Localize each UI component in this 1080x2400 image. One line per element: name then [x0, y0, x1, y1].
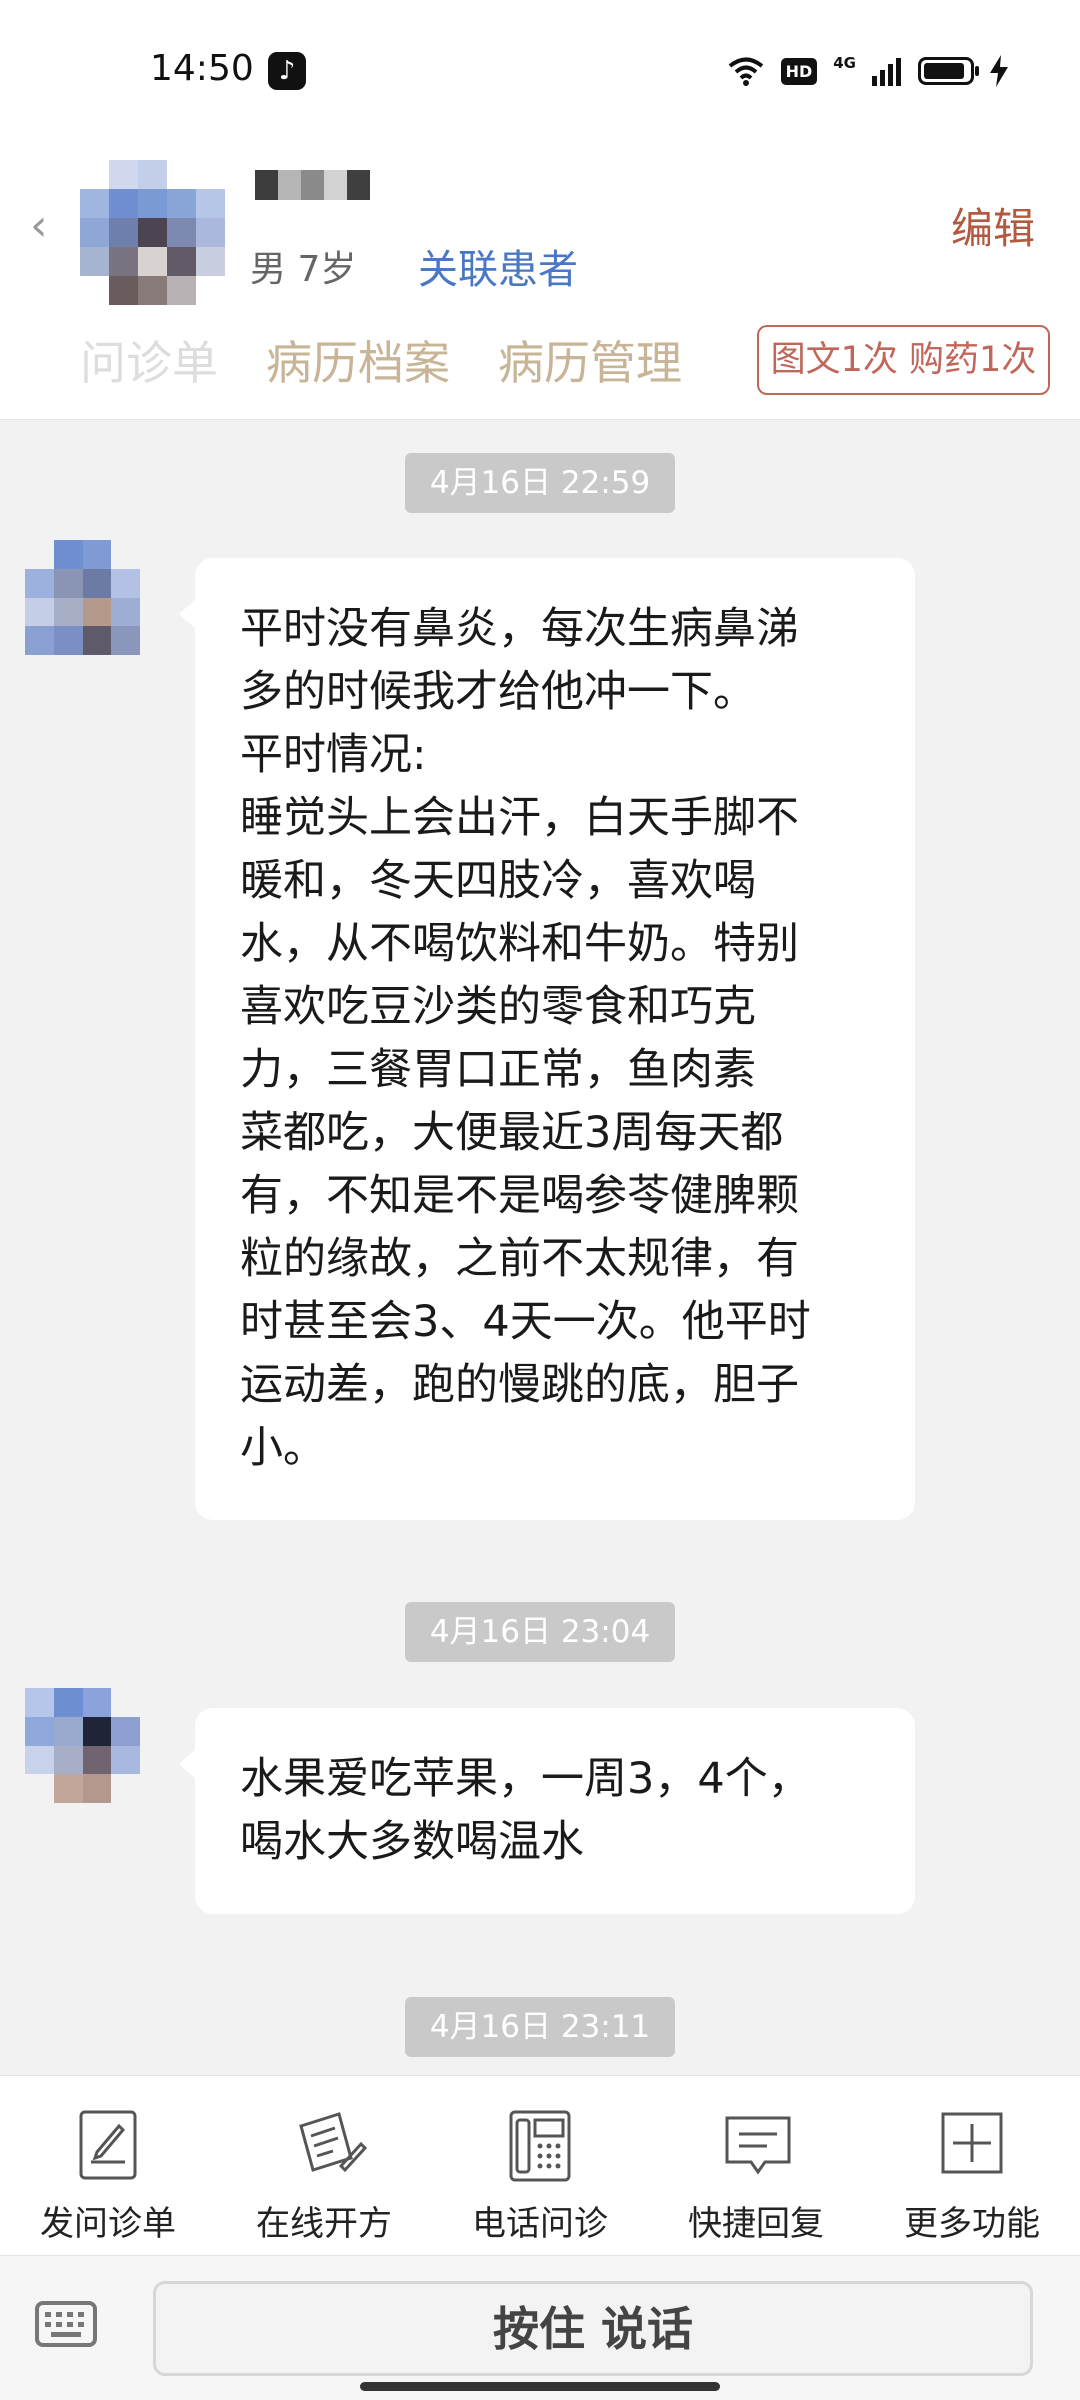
- status-bar: 14:50 ♪ HD 4G: [0, 0, 1080, 140]
- online-prescription-button[interactable]: 在线开方: [216, 2076, 432, 2256]
- send-consult-form-button[interactable]: 发问诊单: [0, 2076, 216, 2256]
- wifi-icon: [728, 57, 763, 86]
- chat-timestamp: 4月16日 22:59: [405, 453, 675, 513]
- tool-label: 电话问诊: [472, 2204, 608, 2244]
- patient-gender-age: 男 7岁: [250, 249, 357, 290]
- quick-reply-icon: [725, 2116, 791, 2175]
- battery-icon: [918, 57, 979, 85]
- charging-icon: [990, 55, 1008, 87]
- hd-voice-icon: HD: [780, 57, 818, 85]
- quick-reply-button[interactable]: 快捷回复: [648, 2076, 864, 2256]
- message-bubble: 平时没有鼻炎，每次生病鼻涕 多的时候我才给他冲一下。 平时情况: 睡觉头上会出汗…: [179, 558, 915, 1520]
- patient-name-mosaic: [255, 170, 370, 200]
- home-indicator[interactable]: [360, 2382, 720, 2391]
- message-bubble: 水果爱吃苹果，一周3，4个， 喝水大多数喝温水: [179, 1708, 915, 1914]
- plus-icon: [941, 2112, 1003, 2174]
- sender-avatar[interactable]: [25, 540, 140, 655]
- tab-medical-record[interactable]: 病历档案: [266, 327, 450, 393]
- signal-icon: [872, 58, 901, 86]
- function-toolbar: 发问诊单 在线开方 电话问诊 快捷回复 更多功能: [0, 2075, 1080, 2255]
- hold-to-talk-button[interactable]: 按住 说话: [153, 2281, 1033, 2376]
- status-icons: HD 4G: [727, 50, 1008, 92]
- keyboard-icon[interactable]: [35, 2301, 97, 2347]
- patient-header: ‹ 男 7岁 关联患者 编辑 问诊单 病历档案 病历管理 图文1次 购药1次: [0, 140, 1080, 420]
- status-time: 14:50: [150, 48, 254, 89]
- form-edit-icon: [79, 2110, 137, 2180]
- tool-label: 在线开方: [256, 2204, 392, 2244]
- edit-button[interactable]: 编辑: [951, 195, 1035, 256]
- link-patient-button[interactable]: 关联患者: [418, 237, 578, 295]
- back-icon[interactable]: ‹: [30, 200, 48, 251]
- network-type: 4G: [833, 54, 856, 72]
- phone-consult-button[interactable]: 电话问诊: [432, 2076, 648, 2256]
- header-tabs: 问诊单 病历档案 病历管理: [80, 327, 682, 393]
- chat-timestamp: 4月16日 23:04: [405, 1602, 675, 1662]
- tab-record-management[interactable]: 病历管理: [498, 327, 682, 393]
- phone-icon: [509, 2110, 571, 2182]
- chat-timestamp: 4月16日 23:11: [405, 1997, 675, 2057]
- prescription-icon: [299, 2112, 368, 2173]
- tool-label: 快捷回复: [688, 2204, 824, 2244]
- tool-label: 更多功能: [904, 2204, 1040, 2244]
- patient-avatar[interactable]: [80, 160, 225, 305]
- more-functions-button[interactable]: 更多功能: [864, 2076, 1080, 2256]
- sender-avatar[interactable]: [25, 1688, 140, 1803]
- tool-label: 发问诊单: [40, 2204, 176, 2244]
- tab-consult-form[interactable]: 问诊单: [80, 327, 218, 393]
- input-bar: 按住 说话: [0, 2255, 1080, 2400]
- service-count-badge[interactable]: 图文1次 购药1次: [757, 325, 1050, 395]
- tiktok-notification-icon: ♪: [268, 52, 306, 90]
